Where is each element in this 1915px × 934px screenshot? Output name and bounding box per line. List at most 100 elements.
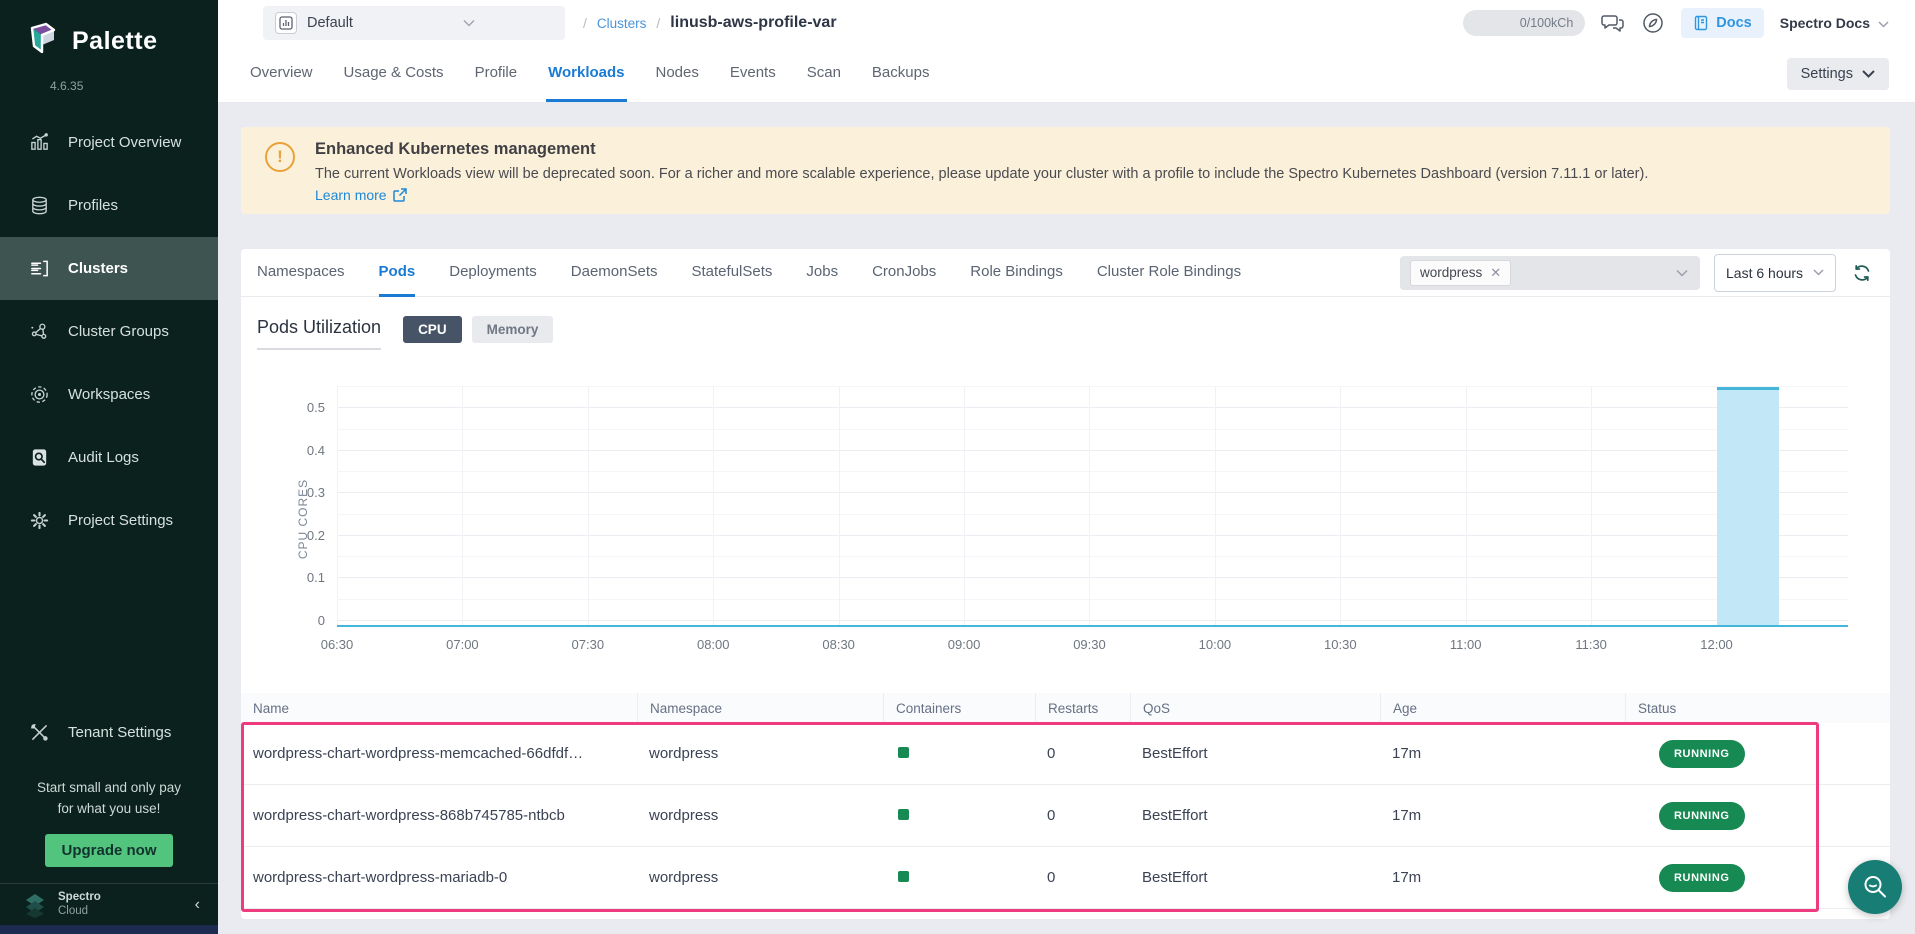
- gridline-x: [1591, 387, 1592, 627]
- brand-line-2: Cloud: [58, 905, 101, 919]
- namespace-cell: wordpress: [637, 869, 883, 886]
- y-tick-label: 0.3: [283, 485, 325, 500]
- refresh-icon[interactable]: [1850, 261, 1874, 285]
- project-select-value: Default: [307, 15, 353, 31]
- remove-tag-icon[interactable]: ✕: [1490, 265, 1501, 281]
- status-badge: RUNNING: [1659, 740, 1745, 768]
- project-select[interactable]: Default: [263, 6, 565, 40]
- tab-usage-costs[interactable]: Usage & Costs: [342, 46, 446, 102]
- sidebar-item-clusters[interactable]: Clusters: [0, 237, 218, 300]
- subtab-jobs[interactable]: Jobs: [806, 249, 838, 297]
- column-header-namespace: Namespace: [637, 693, 883, 723]
- subtab-deployments[interactable]: Deployments: [449, 249, 537, 297]
- docs-button[interactable]: Docs: [1681, 8, 1763, 38]
- topbar: Default / Clusters / linusb-aws-profile-…: [218, 0, 1915, 103]
- table-row[interactable]: wordpress-chart-wordpress-memcached-66df…: [241, 723, 1890, 785]
- settings-button[interactable]: Settings: [1787, 58, 1889, 90]
- gridline-y: [337, 535, 1848, 536]
- qos-cell: BestEffort: [1130, 745, 1380, 762]
- logo-text: Palette: [72, 27, 157, 56]
- memory-metric-button[interactable]: Memory: [472, 316, 554, 343]
- content-area: ! Enhanced Kubernetes management The cur…: [218, 103, 1915, 934]
- docs-select-value: Spectro Docs: [1780, 15, 1870, 31]
- sidebar-item-label: Workspaces: [68, 386, 150, 403]
- docs-button-label: Docs: [1716, 15, 1751, 31]
- tab-profile[interactable]: Profile: [473, 46, 520, 102]
- container-status-square: [898, 871, 909, 882]
- gridline-x: [839, 387, 840, 627]
- status-cell: RUNNING: [1625, 802, 1890, 830]
- promo-line-1: Start small and only pay: [10, 778, 208, 799]
- sidebar-item-tenant-settings[interactable]: Tenant Settings: [0, 701, 218, 764]
- help-compass-icon[interactable]: [1641, 11, 1665, 35]
- namespace-cell: wordpress: [637, 745, 883, 762]
- pod-name-cell: wordpress-chart-wordpress-memcached-66df…: [241, 745, 637, 762]
- learn-more-link[interactable]: Learn more: [315, 187, 407, 203]
- namespace-filter-select[interactable]: wordpress ✕: [1400, 256, 1700, 290]
- status-badge: RUNNING: [1659, 864, 1745, 892]
- tab-backups[interactable]: Backups: [870, 46, 932, 102]
- breadcrumb: / Clusters / linusb-aws-profile-var: [583, 14, 837, 32]
- subtab-statefulsets[interactable]: StatefulSets: [692, 249, 773, 297]
- gridline-y: [337, 577, 1848, 578]
- help-search-fab[interactable]: [1848, 860, 1902, 914]
- breadcrumb-separator: /: [656, 15, 660, 31]
- sidebar: Palette 4.6.35 Project OverviewProfiles C…: [0, 0, 218, 934]
- y-tick-label: 0: [283, 613, 325, 628]
- tab-overview[interactable]: Overview: [248, 46, 315, 102]
- sidebar-item-cluster-groups[interactable]: Cluster Groups: [0, 300, 218, 363]
- column-header-restarts: Restarts: [1035, 693, 1130, 723]
- deprecation-banner: ! Enhanced Kubernetes management The cur…: [241, 127, 1890, 214]
- subtab-daemonsets[interactable]: DaemonSets: [571, 249, 658, 297]
- table-row[interactable]: wordpress-chart-wordpress-mariadb-0wordp…: [241, 847, 1890, 909]
- gridline-x: [1466, 387, 1467, 627]
- pods-table-header: NameNamespaceContainersRestartsQoSAgeSta…: [241, 693, 1890, 723]
- project-scope-icon: [275, 12, 297, 34]
- tab-workloads[interactable]: Workloads: [546, 46, 626, 102]
- workloads-card: Namespaces Pods Deployments DaemonSets State…: [241, 249, 1890, 919]
- column-header-qos: QoS: [1130, 693, 1380, 723]
- age-cell: 17m: [1380, 869, 1625, 886]
- breadcrumb-separator: /: [583, 15, 587, 31]
- subtab-pods[interactable]: Pods: [379, 249, 416, 297]
- qos-cell: BestEffort: [1130, 869, 1380, 886]
- x-tick-label: 06:30: [321, 637, 354, 652]
- subtab-cluster-role-bindings[interactable]: Cluster Role Bindings: [1097, 249, 1241, 297]
- sidebar-item-label: Clusters: [68, 260, 128, 277]
- subtab-role-bindings[interactable]: Role Bindings: [970, 249, 1063, 297]
- sidebar-item-project-overview[interactable]: Project Overview: [0, 111, 218, 174]
- external-link-icon: [393, 188, 407, 202]
- sidebar-item-audit-logs[interactable]: Audit Logs: [0, 426, 218, 489]
- version-label: 4.6.35: [50, 79, 218, 93]
- subtab-cronjobs[interactable]: CronJobs: [872, 249, 936, 297]
- sidebar-collapse-chevron[interactable]: ‹: [195, 896, 200, 914]
- cluster-groups-icon: [28, 321, 50, 343]
- sidebar-item-workspaces[interactable]: Workspaces: [0, 363, 218, 426]
- cpu-metric-button[interactable]: CPU: [403, 316, 462, 343]
- docs-context-select[interactable]: Spectro Docs: [1780, 15, 1889, 31]
- tab-events[interactable]: Events: [728, 46, 778, 102]
- chevron-down-icon: [1676, 264, 1688, 282]
- gridline-x: [1215, 387, 1216, 627]
- gridline-x: [588, 387, 589, 627]
- upgrade-now-button[interactable]: Upgrade now: [45, 834, 172, 867]
- gridline-x: [1089, 387, 1090, 627]
- gridline-x: [462, 387, 463, 627]
- x-tick-label: 08:00: [697, 637, 730, 652]
- pod-name-cell: wordpress-chart-wordpress-mariadb-0: [241, 869, 637, 886]
- palette-logo-icon: [24, 20, 62, 63]
- subtab-namespaces[interactable]: Namespaces: [257, 249, 345, 297]
- time-range-select[interactable]: Last 6 hours: [1714, 254, 1836, 292]
- sidebar-item-profiles[interactable]: Profiles: [0, 174, 218, 237]
- tab-scan[interactable]: Scan: [805, 46, 843, 102]
- table-row[interactable]: wordpress-chart-wordpress-868b745785-ntb…: [241, 785, 1890, 847]
- container-status-square: [898, 809, 909, 820]
- x-tick-label: 12:00: [1700, 637, 1733, 652]
- chat-icon[interactable]: [1601, 11, 1625, 35]
- namespace-cell: wordpress: [637, 807, 883, 824]
- tab-nodes[interactable]: Nodes: [654, 46, 701, 102]
- gridline-x: [964, 387, 965, 627]
- sidebar-item-project-settings[interactable]: Project Settings: [0, 489, 218, 552]
- breadcrumb-clusters-link[interactable]: Clusters: [597, 16, 647, 31]
- promo-line-2: for what you use!: [10, 799, 208, 820]
